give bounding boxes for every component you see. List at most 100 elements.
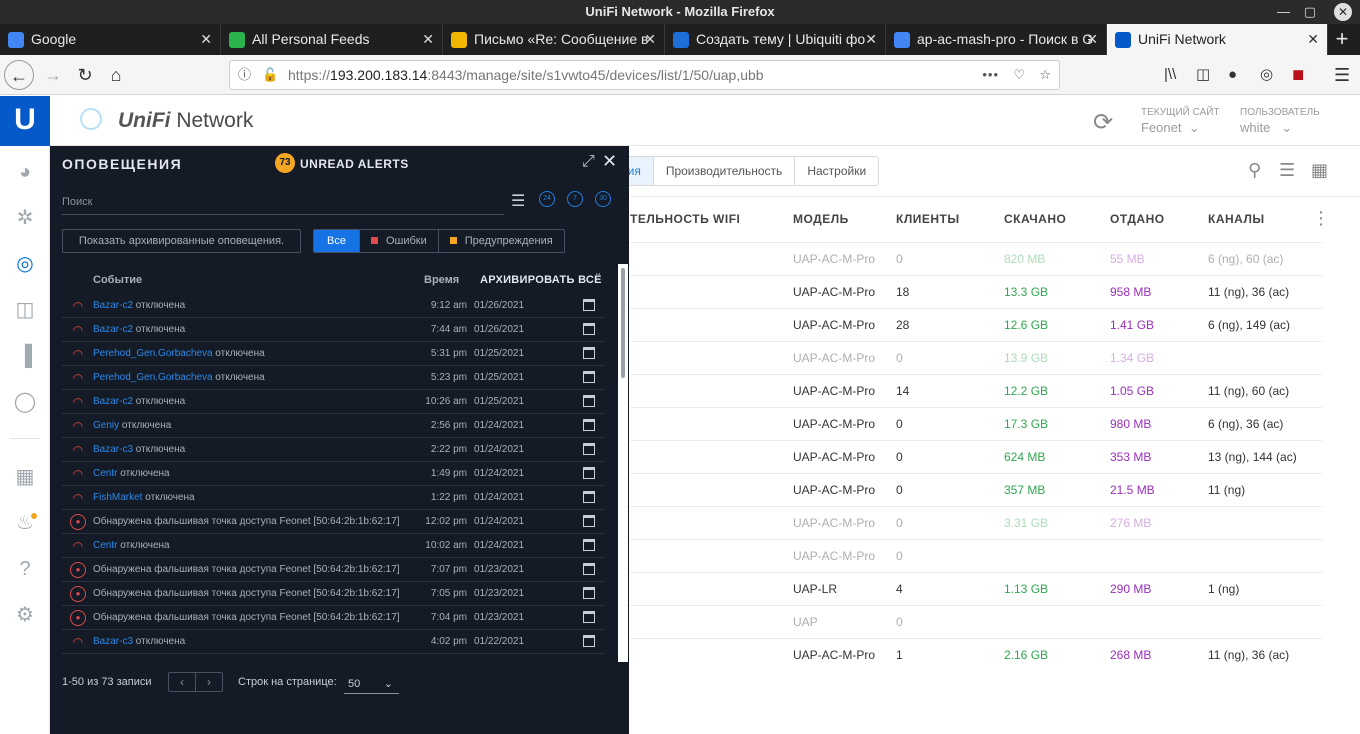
device-row[interactable]: UAP 0: [630, 605, 1322, 638]
expand-icon[interactable]: ⤢: [582, 153, 595, 171]
archive-icon[interactable]: [583, 323, 595, 335]
archive-icon[interactable]: [583, 587, 595, 599]
alert-row[interactable]: ◠ Centr отключена 1:49 pm 01/24/2021: [62, 462, 605, 486]
history-24h-icon[interactable]: 24: [539, 191, 555, 207]
pocket-icon[interactable]: ♡: [1013, 61, 1025, 89]
alert-device-link[interactable]: Bazar-c2: [93, 396, 133, 407]
next-page-button[interactable]: ›: [195, 673, 222, 691]
back-button[interactable]: ←: [4, 60, 34, 90]
col-model[interactable]: МОДЕЛЬ: [793, 212, 849, 226]
device-row[interactable]: UAP-LR 4 1.13 GB 290 MB 1 (ng): [630, 572, 1322, 605]
device-row[interactable]: UAP-AC-M-Pro 0 13.9 GB 1.34 GB: [630, 341, 1322, 374]
window-close-button[interactable]: ✕: [1334, 3, 1352, 21]
sidebar-icon[interactable]: ◫: [1196, 60, 1210, 90]
filter-warnings[interactable]: Предупреждения: [437, 230, 564, 252]
archive-icon[interactable]: [583, 419, 595, 431]
archive-icon[interactable]: [583, 371, 595, 383]
alert-row[interactable]: ◠ Geniy отключена 2:56 pm 01/24/2021: [62, 414, 605, 438]
bookmark-star-icon[interactable]: ☆: [1039, 61, 1051, 89]
forward-button[interactable]: →: [38, 60, 68, 90]
device-row[interactable]: UAP-AC-M-Pro 0 820 MB 55 MB 6 (ng), 60 (ac): [630, 242, 1322, 275]
browser-tab[interactable]: ap-ac-mash-pro - Поиск в G ✕: [886, 24, 1107, 55]
archive-icon[interactable]: [583, 347, 595, 359]
events-icon[interactable]: ▦: [12, 464, 38, 490]
archive-icon[interactable]: [583, 515, 595, 527]
device-row[interactable]: UAP-AC-M-Pro 1 2.16 GB 268 MB 11 (ng), 36 (a…: [630, 638, 1322, 671]
device-row[interactable]: UAP-AC-M-Pro 14 12.2 GB 1.05 GB 11 (ng), 60 …: [630, 374, 1322, 407]
reload-button[interactable]: ↻: [70, 60, 100, 90]
col-time[interactable]: Время: [424, 274, 459, 286]
alert-row[interactable]: ◠ Bazar-c2 отключена 9:12 am 01/26/2021: [62, 294, 605, 318]
alert-row[interactable]: ● Обнаружена фальшивая точка доступа Feon…: [62, 510, 605, 534]
device-row[interactable]: UAP-AC-M-Pro 28 12.6 GB 1.41 GB 6 (ng), 149 …: [630, 308, 1322, 341]
search-icon[interactable]: ⚲: [1248, 160, 1261, 181]
browser-tab[interactable]: Письмо «Re: Сообщение в ✕: [443, 24, 665, 55]
statistics-icon[interactable]: ▐: [12, 343, 38, 369]
list-icon[interactable]: ☰: [511, 191, 525, 211]
grid-view-icon[interactable]: ▦: [1311, 160, 1328, 181]
alert-row[interactable]: ● Обнаружена фальшивая точка доступа Feon…: [62, 558, 605, 582]
filter-all[interactable]: Все: [314, 230, 359, 252]
tab-settings[interactable]: Настройки: [794, 157, 878, 185]
alert-row[interactable]: ◠ Bazar-c3 отключена 2:22 pm 01/24/2021: [62, 438, 605, 462]
col-uploaded[interactable]: ОТДАНО: [1110, 212, 1165, 226]
home-button[interactable]: ⌂: [101, 60, 131, 90]
alert-device-link[interactable]: Bazar-c2: [93, 300, 133, 311]
site-selector[interactable]: ТЕКУЩИЙ САЙТ Feonet ⌄: [1141, 106, 1220, 134]
col-channels[interactable]: КАНАЛЫ: [1208, 212, 1265, 226]
filter-errors[interactable]: Ошибки: [358, 230, 438, 252]
maximize-button[interactable]: ▢: [1304, 0, 1316, 24]
alerts-search-input[interactable]: Поиск: [62, 191, 504, 215]
archive-icon[interactable]: [583, 443, 595, 455]
device-row[interactable]: UAP-AC-M-Pro 0 17.3 GB 980 MB 6 (ng), 36 (ac…: [630, 407, 1322, 440]
menu-icon[interactable]: ☰: [1334, 60, 1350, 90]
ubiquiti-logo[interactable]: U: [0, 96, 50, 146]
alert-row[interactable]: ◠ Bazar-c2 отключена 10:26 am 01/25/2021: [62, 390, 605, 414]
alert-row[interactable]: ◠ Centr отключена 10:02 am 01/24/2021: [62, 534, 605, 558]
scrollbar-thumb[interactable]: [621, 268, 625, 378]
tab-close-icon[interactable]: ✕: [200, 24, 212, 55]
archive-icon[interactable]: [583, 611, 595, 623]
tab-performance[interactable]: Производительность: [652, 157, 794, 185]
page-actions-icon[interactable]: •••: [982, 61, 999, 89]
history-7d-icon[interactable]: 7: [567, 191, 583, 207]
device-row[interactable]: UAP-AC-M-Pro 0: [630, 539, 1322, 572]
col-clients[interactable]: КЛИЕНТЫ: [896, 212, 960, 226]
device-row[interactable]: UAP-AC-M-Pro 0 357 MB 21.5 MB 11 (ng): [630, 473, 1322, 506]
show-archived-button[interactable]: Показать архивированные оповещения.: [62, 229, 301, 253]
minimize-button[interactable]: —: [1277, 0, 1290, 24]
library-icon[interactable]: |\\: [1164, 60, 1176, 90]
ublock-icon[interactable]: ◼: [1292, 60, 1304, 90]
alert-device-link[interactable]: Perehod_Gen.Gorbacheva: [93, 348, 213, 359]
alert-device-link[interactable]: FishMarket: [93, 492, 142, 503]
col-event[interactable]: Событие: [93, 274, 142, 286]
settings-gear-icon[interactable]: ⚙: [12, 602, 38, 628]
refresh-icon[interactable]: ⟳: [1093, 108, 1113, 137]
alert-device-link[interactable]: Centr: [93, 540, 117, 551]
alert-device-link[interactable]: Bazar-c3: [93, 444, 133, 455]
alert-device-link[interactable]: Geniy: [93, 420, 119, 431]
insights-icon[interactable]: ◯: [12, 389, 38, 415]
alert-device-link[interactable]: Bazar-c3: [93, 636, 133, 647]
alert-row[interactable]: ● Обнаружена фальшивая точка доступа Feon…: [62, 582, 605, 606]
alert-row[interactable]: ◠ Perehod_Gen.Gorbacheva отключена 5:31 pm…: [62, 342, 605, 366]
browser-tab[interactable]: Создать тему | Ubiquiti фо ✕: [665, 24, 886, 55]
prev-page-button[interactable]: ‹: [169, 673, 195, 691]
col-downloaded[interactable]: СКАЧАНО: [1004, 212, 1066, 226]
list-view-icon[interactable]: ☰: [1279, 160, 1295, 181]
dashboard-icon[interactable]: ◕: [12, 159, 38, 185]
archive-icon[interactable]: [583, 467, 595, 479]
alert-device-link[interactable]: Perehod_Gen.Gorbacheva: [93, 372, 213, 383]
tab-close-icon[interactable]: ✕: [1307, 24, 1319, 55]
devices-icon[interactable]: ◎: [12, 251, 38, 277]
topology-icon[interactable]: ✲: [12, 205, 38, 231]
lock-warning-icon[interactable]: 🔓: [262, 61, 278, 89]
history-30d-icon[interactable]: 30: [595, 191, 611, 207]
info-icon[interactable]: ⓘ: [238, 61, 251, 89]
tab-close-icon[interactable]: ✕: [1086, 24, 1098, 55]
archive-icon[interactable]: [583, 299, 595, 311]
tab-close-icon[interactable]: ✕: [644, 24, 656, 55]
archive-icon[interactable]: [583, 563, 595, 575]
archive-icon[interactable]: [583, 635, 595, 647]
alert-row[interactable]: ◠ Perehod_Gen.Gorbacheva отключена 5:23 pm…: [62, 366, 605, 390]
